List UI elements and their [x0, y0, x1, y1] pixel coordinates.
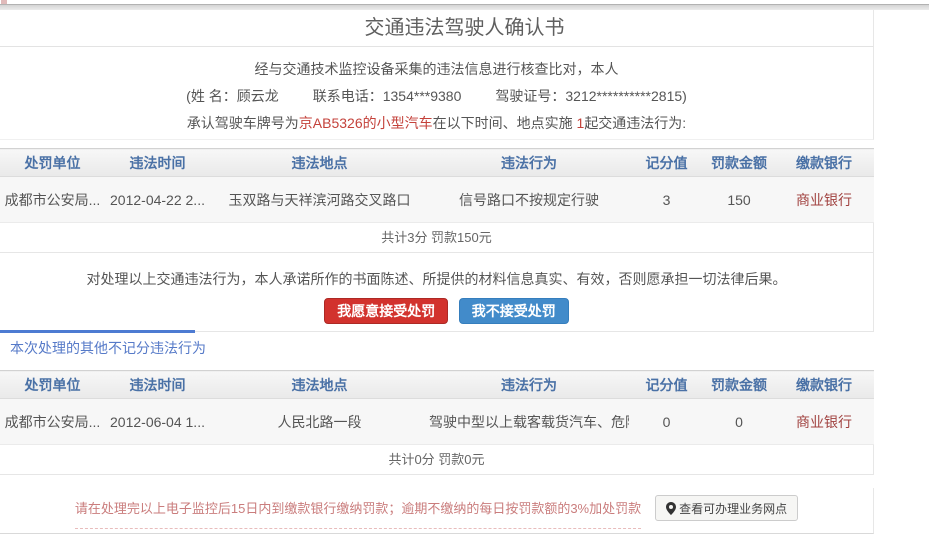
cell-violation-behavior: 信号路口不按规定行驶 — [429, 177, 629, 223]
col-header-payment-bank: 缴款银行 — [774, 149, 874, 177]
view-branches-label: 查看可办理业务网点 — [679, 500, 787, 517]
unscored-violations-table: 处罚单位 违法时间 违法地点 违法行为 记分值 罚款金额 缴款银行 成都市公安局… — [0, 370, 874, 445]
intro-line-3: 承认驾驶车牌号为京AB5326的小型汽车在以下时间、地点实施 1起交通违法行为: — [0, 110, 873, 137]
cell-points: 3 — [629, 177, 704, 223]
phone-label: 联系电话： — [313, 88, 383, 104]
cell-violation-place: 人民北路一段 — [210, 399, 429, 445]
col-header-violation-behavior: 违法行为 — [429, 149, 629, 177]
payment-notice-section: 请在处理完以上电子监控后15日内到缴款银行缴纳罚款；逾期不缴纳的每日按罚款额的3… — [0, 488, 874, 534]
cell-payment-bank: 商业银行 — [774, 177, 874, 223]
bank-link[interactable]: 商业银行 — [796, 414, 852, 430]
statement-text: 对处理以上交通违法行为，本人承诺所作的书面陈述、所提供的材料信息真实、有效，否则… — [0, 269, 873, 289]
col-header-violation-time: 违法时间 — [105, 149, 210, 177]
reject-penalty-button[interactable]: 我不接受处罚 — [459, 298, 569, 324]
map-pin-icon — [666, 502, 676, 515]
title-section: 交通违法驾驶人确认书 — [0, 10, 874, 47]
cell-payment-bank: 商业银行 — [774, 399, 874, 445]
col-header-violation-place: 违法地点 — [210, 371, 429, 399]
col-header-payment-bank: 缴款银行 — [774, 371, 874, 399]
scored-violations-table: 处罚单位 违法时间 违法地点 违法行为 记分值 罚款金额 缴款银行 成都市公安局… — [0, 148, 874, 223]
unscored-violation-row: 成都市公安局... 2012-06-04 1... 人民北路一段 驾驶中型以上载… — [0, 399, 874, 445]
phone-value: 1354***9380 — [383, 88, 462, 104]
action-button-row: 我愿意接受处罚 我不接受处罚 — [0, 298, 873, 324]
col-header-fine-amount: 罚款金额 — [704, 371, 774, 399]
cell-punish-unit: 成都市公安局... — [0, 399, 105, 445]
name-label: (姓 名： — [186, 88, 237, 104]
intro-line-1: 经与交通技术监控设备采集的违法信息进行核查比对，本人 — [0, 56, 873, 83]
col-header-points: 记分值 — [629, 371, 704, 399]
col-header-punish-unit: 处罚单位 — [0, 149, 105, 177]
statement-section: 对处理以上交通违法行为，本人承诺所作的书面陈述、所提供的材料信息真实、有效，否则… — [0, 253, 874, 331]
col-header-violation-behavior: 违法行为 — [429, 371, 629, 399]
scored-violations-block: 处罚单位 违法时间 违法地点 违法行为 记分值 罚款金额 缴款银行 成都市公安局… — [0, 148, 874, 253]
col-header-punish-unit: 处罚单位 — [0, 371, 105, 399]
tab-other-violations[interactable]: 本次处理的其他不记分违法行为 — [0, 332, 206, 365]
col-header-points: 记分值 — [629, 149, 704, 177]
cell-fine-amount: 0 — [704, 399, 774, 445]
cell-fine-amount: 150 — [704, 177, 774, 223]
col-header-fine-amount: 罚款金额 — [704, 149, 774, 177]
driver-name: 顾云龙 — [237, 88, 279, 104]
col-header-violation-place: 违法地点 — [210, 149, 429, 177]
license-label: 驾驶证号： — [495, 88, 565, 104]
confirm-suffix: 起交通违法行为: — [584, 115, 686, 131]
confirm-prefix: 承认驾驶车牌号为 — [187, 115, 299, 131]
tab-active-indicator — [0, 330, 195, 333]
confirm-middle: 在以下时间、地点实施 — [433, 115, 577, 131]
accept-penalty-button[interactable]: 我愿意接受处罚 — [324, 298, 448, 324]
page-title: 交通违法驾驶人确认书 — [0, 10, 929, 46]
license-value: 3212**********2815) — [565, 88, 686, 104]
scored-violation-row: 成都市公安局... 2012-04-22 2... 玉双路与天祥滨河路交叉路口 … — [0, 177, 874, 223]
cell-violation-time: 2012-04-22 2... — [105, 177, 210, 223]
view-branches-button[interactable]: 查看可办理业务网点 — [655, 495, 798, 521]
scored-summary: 共计3分 罚款150元 — [0, 223, 873, 253]
spacer — [0, 475, 929, 488]
bank-link[interactable]: 商业银行 — [796, 192, 852, 208]
cell-points: 0 — [629, 399, 704, 445]
table-header-row: 处罚单位 违法时间 违法地点 违法行为 记分值 罚款金额 缴款银行 — [0, 371, 874, 399]
cell-violation-behavior: 驾驶中型以上载客载货汽车、危险... — [429, 399, 629, 445]
intro-section: 经与交通技术监控设备采集的违法信息进行核查比对，本人 (姓 名：顾云龙 联系电话：… — [0, 47, 874, 140]
cell-violation-time: 2012-06-04 1... — [105, 399, 210, 445]
cell-violation-place: 玉双路与天祥滨河路交叉路口 — [210, 177, 429, 223]
intro-line-2: (姓 名：顾云龙 联系电话：1354***9380 驾驶证号：3212*******… — [0, 83, 873, 110]
spacer — [0, 140, 929, 148]
other-violations-tab-section: 本次处理的其他不记分违法行为 — [0, 331, 874, 367]
plate-number: 京AB5326的小型汽车 — [299, 115, 433, 131]
unscored-summary: 共计0分 罚款0元 — [0, 445, 873, 475]
cell-punish-unit: 成都市公安局... — [0, 177, 105, 223]
col-header-violation-time: 违法时间 — [105, 371, 210, 399]
payment-notice-text: 请在处理完以上电子监控后15日内到缴款银行缴纳罚款；逾期不缴纳的每日按罚款额的3… — [75, 498, 641, 529]
unscored-violations-block: 处罚单位 违法时间 违法地点 违法行为 记分值 罚款金额 缴款银行 成都市公安局… — [0, 370, 874, 475]
main-content: 交通违法驾驶人确认书 经与交通技术监控设备采集的违法信息进行核查比对，本人 (姓… — [0, 10, 929, 534]
table-header-row: 处罚单位 违法时间 违法地点 违法行为 记分值 罚款金额 缴款银行 — [0, 149, 874, 177]
